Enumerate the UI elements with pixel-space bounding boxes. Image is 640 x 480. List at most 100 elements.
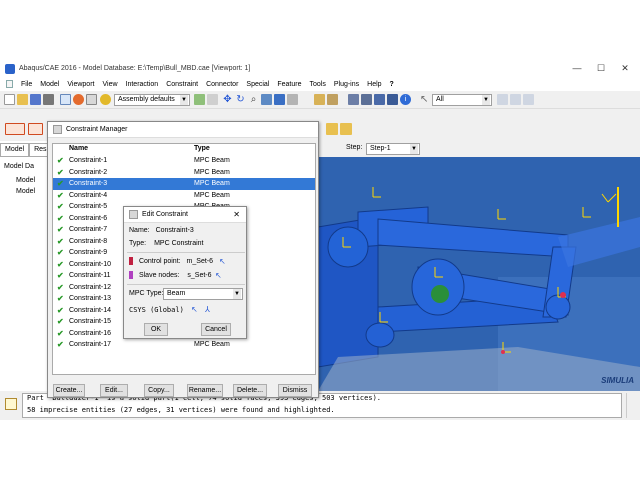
constraint-name: Constraint-14 [69, 306, 112, 314]
checkmark-icon: ✔ [57, 328, 64, 338]
select-arrow-icon[interactable]: ↖ [420, 94, 431, 105]
cell-partition-icon[interactable] [326, 123, 338, 135]
pan-icon[interactable]: ✥ [222, 94, 233, 105]
print-icon[interactable] [43, 94, 54, 105]
edit-slave-nodes-icon[interactable]: ↖ [215, 271, 223, 280]
dialog-icon [53, 125, 62, 134]
select-from-list-icon[interactable] [510, 94, 521, 105]
save-icon[interactable] [30, 94, 41, 105]
shaded-icon[interactable] [374, 94, 385, 105]
constraint-name: Constraint-13 [69, 295, 112, 302]
select-icon[interactable] [207, 94, 218, 105]
info-icon[interactable]: i [400, 94, 411, 105]
tree-item-model[interactable]: Model [16, 188, 35, 195]
face-partition-icon[interactable] [340, 123, 352, 135]
constraint-manager-title: Constraint Manager [66, 126, 128, 133]
query-icon[interactable] [73, 94, 84, 105]
whats-this-help-icon[interactable]: ? [390, 81, 394, 88]
menu-view[interactable]: View [102, 81, 117, 88]
message-log-icon[interactable] [5, 398, 17, 410]
cancel-button[interactable]: Cancel [201, 323, 231, 336]
edit-control-point-icon[interactable]: ↖ [219, 257, 227, 266]
edit-constraint-dialog: Edit Constraint ✕ Name: Constraint-3 Typ… [123, 206, 247, 339]
title-bar: Abaqus/CAE 2016 - Model Database: E:\Tem… [0, 60, 640, 77]
box-view-icon[interactable] [314, 94, 325, 105]
cycle-views-icon[interactable] [287, 94, 298, 105]
close-icon[interactable]: ✕ [233, 210, 240, 219]
divider [127, 284, 245, 285]
tree-item-models[interactable]: Model [16, 177, 35, 184]
grid-icon[interactable] [194, 94, 205, 105]
render-style-icon[interactable] [100, 94, 111, 105]
chevron-down-icon: ▼ [410, 144, 418, 154]
table-row[interactable]: ✔ Constraint-3 MPC Beam [53, 178, 315, 190]
select-region-icon[interactable] [523, 94, 534, 105]
menu-help[interactable]: Help [367, 81, 381, 88]
tree-item-model-database[interactable]: Model Da [4, 163, 34, 170]
ok-button[interactable]: OK [144, 323, 168, 336]
step-value: Step-1 [370, 145, 391, 152]
checkmark-icon: ✔ [57, 259, 64, 269]
datum-csys-icon[interactable] [28, 123, 43, 135]
table-row[interactable]: ✔ Constraint-2 MPC Beam [53, 167, 315, 179]
open-icon[interactable] [17, 94, 28, 105]
selection-filter-combo[interactable]: All ▼ [432, 94, 492, 106]
shaded-edges-icon[interactable] [387, 94, 398, 105]
constraint-type: MPC Beam [194, 341, 230, 348]
constraint-type: MPC Beam [194, 168, 230, 176]
message-scrollbar[interactable] [626, 393, 638, 418]
menu-connector[interactable]: Connector [206, 81, 238, 88]
chevron-down-icon: ▼ [180, 95, 188, 105]
csys-axes-icon[interactable]: ⅄ [205, 305, 213, 314]
constraint-name: Constraint-9 [69, 249, 108, 256]
delete-button[interactable]: Delete... [233, 384, 267, 397]
table-row[interactable]: ✔ Constraint-17 MPC Beam [53, 339, 315, 351]
wireframe-icon[interactable] [348, 94, 359, 105]
menu-viewport[interactable]: Viewport [67, 81, 94, 88]
rename-button[interactable]: Rename... [187, 384, 223, 397]
menu-file[interactable]: File [21, 81, 32, 88]
constraint-name: Constraint-10 [69, 260, 112, 268]
table-row[interactable]: ✔ Constraint-4 MPC Beam [53, 190, 315, 202]
select-from-viewport-icon[interactable] [497, 94, 508, 105]
assembly-defaults-combo[interactable]: Assembly defaults ▼ [114, 94, 190, 106]
attributes-icon[interactable] [60, 94, 71, 105]
minimize-button[interactable]: — [566, 60, 588, 77]
menu-tools[interactable]: Tools [310, 81, 326, 88]
dismiss-button[interactable]: Dismiss [278, 384, 312, 397]
options-icon[interactable] [86, 94, 97, 105]
copy-button[interactable]: Copy... [144, 384, 174, 397]
hidden-icon[interactable] [361, 94, 372, 105]
csys-label: CSYS (Global) [129, 306, 184, 314]
constraint-name: Constraint-12 [69, 283, 112, 291]
constraint-manager-titlebar[interactable]: Constraint Manager [48, 122, 318, 138]
checkmark-icon: ✔ [57, 213, 64, 223]
new-icon[interactable] [4, 94, 15, 105]
menu-constraint[interactable]: Constraint [166, 81, 198, 88]
tab-model[interactable]: Model [0, 143, 30, 157]
auto-fit-icon[interactable] [274, 94, 285, 105]
edit-button[interactable]: Edit... [100, 384, 128, 397]
menu-plugins[interactable]: Plug-ins [334, 81, 359, 88]
menu-model[interactable]: Model [40, 81, 59, 88]
menu-feature[interactable]: Feature [277, 81, 301, 88]
rotate-icon[interactable]: ↻ [235, 94, 246, 105]
column-header-type[interactable]: Type [194, 145, 210, 152]
table-row[interactable]: ✔ Constraint-1 MPC Beam [53, 155, 315, 167]
edit-constraint-titlebar[interactable]: Edit Constraint ✕ [124, 207, 246, 223]
close-button[interactable]: ✕ [614, 60, 636, 77]
maximize-button[interactable]: ☐ [590, 60, 612, 77]
zoom-box-icon[interactable] [261, 94, 272, 105]
menu-special[interactable]: Special [246, 81, 269, 88]
step-combo[interactable]: Step-1 ▼ [366, 143, 420, 155]
create-button[interactable]: Create... [53, 384, 85, 397]
create-reference-point-icon[interactable] [5, 123, 25, 135]
document-icon [6, 80, 13, 88]
edit-csys-icon[interactable]: ↖ [191, 305, 199, 314]
column-header-name[interactable]: Name [69, 145, 88, 152]
iso-view-icon[interactable] [327, 94, 338, 105]
menu-interaction[interactable]: Interaction [126, 81, 159, 88]
viewport[interactable]: SIMULIA [318, 157, 640, 391]
magnify-icon[interactable]: ⌕ [248, 94, 259, 105]
mpc-type-combo[interactable]: Beam ▼ [163, 288, 243, 300]
